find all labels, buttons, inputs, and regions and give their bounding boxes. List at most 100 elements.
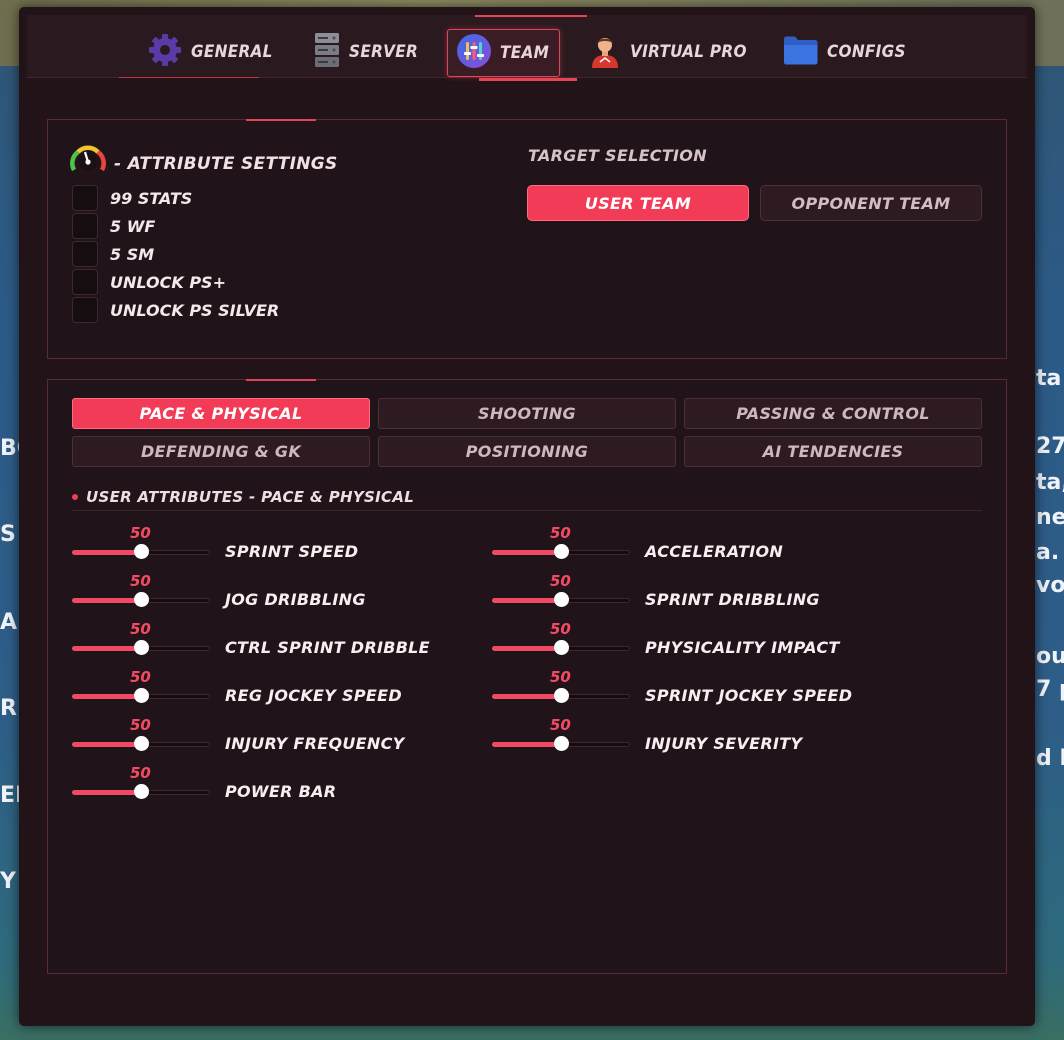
tab-pace-physical[interactable]: PACE & PHYSICAL bbox=[72, 398, 370, 429]
slider-label: INJURY SEVERITY bbox=[645, 734, 803, 753]
slider-handle[interactable] bbox=[134, 736, 149, 751]
attribute-settings-label: - ATTRIBUTE SETTINGS bbox=[114, 153, 338, 174]
checkbox-row-5-wf[interactable]: 5 WF bbox=[72, 213, 155, 239]
slider-label: JOG DRIBBLING bbox=[225, 590, 366, 609]
slider-sprint-jockey-speed: 50 SPRINT JOCKEY SPEED bbox=[492, 668, 992, 708]
checkbox-row-unlock-ps-silver[interactable]: UNLOCK PS SILVER bbox=[72, 297, 279, 323]
panel-accent bbox=[246, 379, 316, 381]
slider-value: 50 bbox=[130, 764, 151, 782]
nav-tab-label: GENERAL bbox=[191, 42, 273, 62]
background-text: S bbox=[0, 522, 16, 547]
slider-value: 50 bbox=[550, 572, 571, 590]
nav-tab-configs[interactable]: CONFIGS bbox=[783, 29, 906, 75]
slider-value: 50 bbox=[130, 716, 151, 734]
background-text: BO bbox=[0, 436, 19, 461]
nav-tab-team[interactable]: TEAM bbox=[447, 29, 561, 77]
slider-handle[interactable] bbox=[554, 736, 569, 751]
top-nav: GENERAL SERVER TEAM VIRTUAL PRO CONFIGS bbox=[27, 15, 1027, 81]
slider-handle[interactable] bbox=[134, 784, 149, 799]
gear-icon bbox=[147, 32, 183, 73]
gauge-icon bbox=[70, 144, 106, 183]
slider-label: ACCELERATION bbox=[645, 542, 784, 561]
player-avatar-icon bbox=[588, 32, 622, 73]
slider-handle[interactable] bbox=[134, 544, 149, 559]
checkbox-row-99-stats[interactable]: 99 STATS bbox=[72, 185, 192, 211]
checkbox[interactable] bbox=[72, 241, 98, 267]
slider-label: PHYSICALITY IMPACT bbox=[645, 638, 840, 657]
attribute-settings-panel: - ATTRIBUTE SETTINGS 99 STATS 5 WF 5 SM … bbox=[47, 119, 1007, 359]
slider-value: 50 bbox=[550, 524, 571, 542]
slider-handle[interactable] bbox=[134, 640, 149, 655]
slider-handle[interactable] bbox=[554, 688, 569, 703]
slider-fill bbox=[492, 694, 561, 699]
panel-accent bbox=[246, 119, 316, 121]
tab-defending-gk[interactable]: DEFENDING & GK bbox=[72, 436, 370, 467]
checkbox[interactable] bbox=[72, 269, 98, 295]
target-selection-title: TARGET SELECTION bbox=[528, 146, 707, 165]
slider-fill bbox=[492, 598, 561, 603]
slider-value: 50 bbox=[550, 716, 571, 734]
user-attributes-panel: PACE & PHYSICAL SHOOTING PASSING & CONTR… bbox=[47, 379, 1007, 974]
background-text: EF bbox=[0, 783, 19, 808]
background-text: Y bbox=[0, 869, 16, 894]
slider-power-bar: 50 POWER BAR bbox=[72, 764, 572, 804]
checkbox-row-5-sm[interactable]: 5 SM bbox=[72, 241, 154, 267]
background-text: ner bbox=[1036, 505, 1064, 530]
slider-label: INJURY FREQUENCY bbox=[225, 734, 405, 753]
checkbox-label: 5 WF bbox=[110, 216, 156, 236]
slider-handle[interactable] bbox=[554, 640, 569, 655]
slider-value: 50 bbox=[130, 572, 151, 590]
bullet-dot bbox=[72, 494, 78, 500]
slider-acceleration: 50 ACCELERATION bbox=[492, 524, 992, 564]
slider-sprint-dribbling: 50 SPRINT DRIBBLING bbox=[492, 572, 992, 612]
section-title: USER ATTRIBUTES - PACE & PHYSICAL bbox=[86, 488, 415, 506]
attribute-settings-title: - ATTRIBUTE SETTINGS bbox=[70, 144, 338, 183]
slider-label: SPRINT DRIBBLING bbox=[645, 590, 820, 609]
slider-handle[interactable] bbox=[134, 592, 149, 607]
checkbox[interactable] bbox=[72, 213, 98, 239]
nav-tab-virtual-pro[interactable]: VIRTUAL PRO bbox=[588, 29, 747, 75]
checkbox-label: UNLOCK PS+ bbox=[110, 272, 226, 292]
background-text: ta f bbox=[1036, 366, 1064, 391]
nav-tab-server[interactable]: SERVER bbox=[313, 29, 418, 75]
team-equalizer-icon bbox=[456, 33, 492, 74]
slider-fill bbox=[72, 742, 141, 747]
checkbox[interactable] bbox=[72, 297, 98, 323]
slider-fill bbox=[72, 694, 141, 699]
user-team-button[interactable]: USER TEAM bbox=[527, 185, 749, 221]
slider-fill bbox=[72, 598, 141, 603]
tab-ai-tendencies[interactable]: AI TENDENCIES bbox=[684, 436, 982, 467]
checkbox-row-unlock-ps-plus[interactable]: UNLOCK PS+ bbox=[72, 269, 226, 295]
slider-label: POWER BAR bbox=[225, 782, 337, 801]
tab-passing-control[interactable]: PASSING & CONTROL bbox=[684, 398, 982, 429]
slider-fill bbox=[492, 646, 561, 651]
slider-handle[interactable] bbox=[554, 544, 569, 559]
nav-tab-label: SERVER bbox=[349, 42, 419, 62]
slider-fill bbox=[492, 742, 561, 747]
slider-physicality-impact: 50 PHYSICALITY IMPACT bbox=[492, 620, 992, 660]
checkbox[interactable] bbox=[72, 185, 98, 211]
background-text: a. bbox=[1036, 540, 1060, 565]
active-tab-indicator bbox=[475, 15, 587, 17]
tab-shooting[interactable]: SHOOTING bbox=[378, 398, 676, 429]
background-text: RI bbox=[0, 696, 19, 721]
slider-value: 50 bbox=[130, 620, 151, 638]
slider-fill bbox=[492, 550, 561, 555]
section-header: USER ATTRIBUTES - PACE & PHYSICAL bbox=[72, 484, 982, 511]
slider-fill bbox=[72, 790, 141, 795]
background-text: vo bbox=[1036, 573, 1064, 598]
slider-handle[interactable] bbox=[134, 688, 149, 703]
nav-tab-label: CONFIGS bbox=[827, 42, 906, 62]
background-text: 27 bbox=[1036, 434, 1064, 459]
background-text: 7 p bbox=[1036, 677, 1064, 702]
opponent-team-button[interactable]: OPPONENT TEAM bbox=[760, 185, 982, 221]
slider-handle[interactable] bbox=[554, 592, 569, 607]
slider-value: 50 bbox=[130, 668, 151, 686]
background-text: d B bbox=[1036, 746, 1064, 771]
nav-tab-label: VIRTUAL PRO bbox=[630, 42, 747, 62]
nav-tab-general[interactable]: GENERAL bbox=[147, 29, 273, 75]
checkbox-label: 5 SM bbox=[110, 244, 155, 264]
divider bbox=[119, 77, 259, 78]
slider-value: 50 bbox=[130, 524, 151, 542]
tab-positioning[interactable]: POSITIONING bbox=[378, 436, 676, 467]
